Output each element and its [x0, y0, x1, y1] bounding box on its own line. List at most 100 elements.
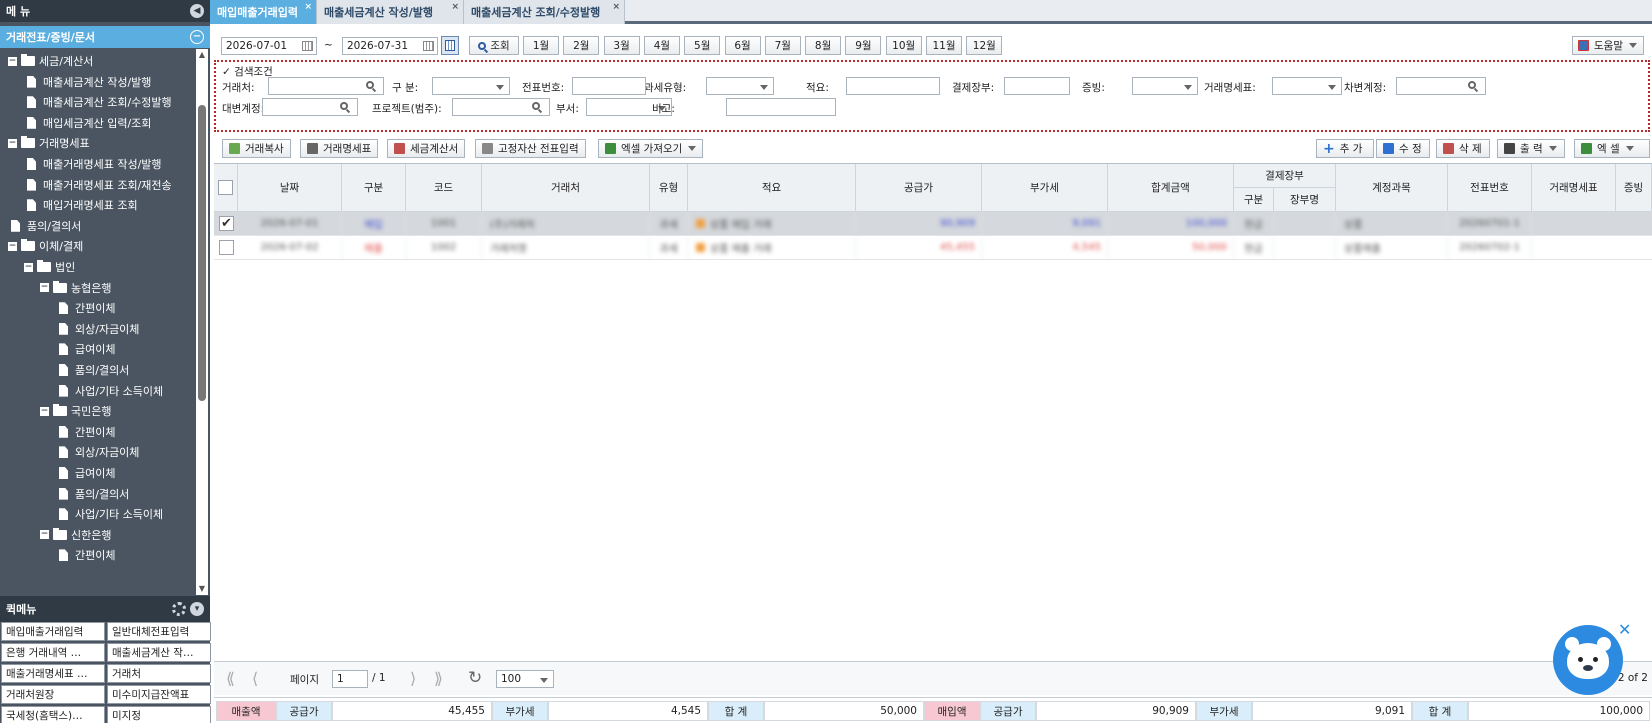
- search-button[interactable]: 조회: [469, 36, 519, 55]
- help-button[interactable]: 도움말: [1572, 36, 1644, 55]
- collapse-toggle-icon[interactable]: −: [40, 406, 49, 416]
- debit-account-lookup[interactable]: [1396, 77, 1486, 95]
- search-icon[interactable]: [366, 81, 374, 89]
- scroll-thumb[interactable]: [198, 105, 206, 401]
- gear-icon[interactable]: [172, 602, 186, 616]
- close-tab-icon[interactable]: ×: [451, 2, 459, 12]
- quick-menu-item[interactable]: 일반대체전표입력: [107, 622, 211, 641]
- column-header-select-all[interactable]: [214, 164, 238, 212]
- collapse-toggle-icon[interactable]: −: [8, 56, 17, 66]
- tree-item[interactable]: 매출세금계산 조회/수정발행: [24, 92, 172, 112]
- close-tab-icon[interactable]: ×: [304, 2, 312, 12]
- tree-item[interactable]: 품의/결의서: [56, 484, 129, 504]
- project-lookup[interactable]: [452, 98, 550, 116]
- tree-item[interactable]: − 국민은행: [40, 401, 111, 421]
- row-checkbox[interactable]: ✔: [219, 216, 234, 231]
- refresh-icon[interactable]: ↻: [468, 668, 482, 688]
- tree-item[interactable]: 외상/자금이체: [56, 442, 139, 462]
- calendar-icon[interactable]: [302, 41, 313, 51]
- slip-number-input[interactable]: [572, 77, 646, 95]
- row-checkbox[interactable]: [219, 240, 234, 255]
- tree-item[interactable]: − 농협은행: [40, 278, 111, 298]
- section-header[interactable]: 거래전표/증빙/문서 −: [0, 26, 210, 48]
- tree-item[interactable]: 사업/기타 소득이체: [56, 381, 163, 401]
- scroll-up-icon[interactable]: ▲: [196, 49, 208, 61]
- chatbot-bear-icon[interactable]: [1553, 625, 1623, 695]
- month-button[interactable]: 10월: [885, 36, 922, 55]
- month-button[interactable]: 12월: [966, 36, 1003, 55]
- search-icon[interactable]: [1468, 81, 1476, 89]
- column-header-ledger-name[interactable]: 장부명: [1274, 188, 1336, 212]
- tree-item[interactable]: − 신한은행: [40, 525, 111, 545]
- calendar-icon[interactable]: [423, 41, 434, 51]
- tree-item[interactable]: 간편이체: [56, 422, 115, 442]
- month-button[interactable]: 7월: [764, 36, 801, 55]
- column-header-statement[interactable]: 거래명세표: [1532, 164, 1616, 212]
- tree-item[interactable]: 매출세금계산 작성/발행: [24, 72, 151, 92]
- quick-menu-item[interactable]: 국세청(홈택스)…: [1, 706, 105, 723]
- search-conditions-toggle[interactable]: ✓ 검색조건: [222, 64, 273, 79]
- quick-menu-item[interactable]: 매입매출거래입력: [1, 622, 105, 641]
- month-button[interactable]: 4월: [643, 36, 680, 55]
- month-button[interactable]: 11월: [926, 36, 962, 55]
- month-button[interactable]: 3월: [603, 36, 640, 55]
- tab-sales-invoice-issue[interactable]: 매출세금계산 작성/발행 ×: [317, 0, 464, 24]
- tab-sales-invoice-query[interactable]: 매출세금계산 조회/수정발행 ×: [464, 0, 625, 24]
- quick-menu-item[interactable]: 거래처원장: [1, 685, 105, 704]
- last-page-icon[interactable]: ⟫: [434, 669, 443, 688]
- memo-input[interactable]: [846, 77, 940, 95]
- quick-menu-item[interactable]: 거래처: [107, 664, 211, 683]
- vendor-lookup[interactable]: [268, 77, 384, 95]
- add-button[interactable]: + 추 가: [1316, 139, 1374, 158]
- collapse-toggle-icon[interactable]: −: [24, 262, 33, 272]
- column-header-memo[interactable]: 적요: [688, 164, 856, 212]
- tree-item[interactable]: 간편이체: [56, 545, 115, 565]
- excel-button[interactable]: 엑 셀: [1574, 139, 1650, 158]
- credit-account-lookup[interactable]: [262, 98, 358, 116]
- collapse-toggle-icon[interactable]: −: [8, 138, 17, 148]
- edit-button[interactable]: 수 정: [1376, 139, 1430, 158]
- collapse-toggle-icon[interactable]: −: [40, 530, 49, 540]
- column-header-evidence[interactable]: 증빙: [1616, 164, 1652, 212]
- select-all-checkbox[interactable]: [218, 180, 233, 195]
- quick-menu-item[interactable]: 미지정: [107, 706, 211, 723]
- column-header-total[interactable]: 합계금액: [1108, 164, 1234, 212]
- column-header-account[interactable]: 계정과목: [1336, 164, 1448, 212]
- search-icon[interactable]: [340, 102, 348, 110]
- date-picker-button[interactable]: [441, 36, 459, 55]
- month-button[interactable]: 1월: [523, 36, 559, 55]
- first-page-icon[interactable]: ⟪: [226, 669, 235, 688]
- copy-transaction-button[interactable]: 거래복사: [222, 139, 291, 158]
- evidence-select[interactable]: [1132, 77, 1198, 95]
- column-header-vat[interactable]: 부가세: [982, 164, 1108, 212]
- tree-scrollbar[interactable]: ▲ ▼: [196, 49, 208, 595]
- column-header-slip-number[interactable]: 전표번호: [1448, 164, 1532, 212]
- collapse-sidebar-icon[interactable]: ◀: [190, 4, 204, 18]
- statement-select[interactable]: [1272, 77, 1342, 95]
- table-row[interactable]: ✔ 2026-07-01 매입 1001 (주)거래처 과세 상품 매입 거래 90,909 9…: [214, 212, 1652, 236]
- tree-item[interactable]: 매출거래명세표 조회/재전송: [24, 175, 172, 195]
- statement-button[interactable]: 거래명세표: [300, 139, 379, 158]
- tree-item[interactable]: 외상/자금이체: [56, 319, 139, 339]
- column-header-type[interactable]: 유형: [650, 164, 688, 212]
- column-header-date[interactable]: 날짜: [238, 164, 342, 212]
- fixed-asset-entry-button[interactable]: 고정자산 전표입력: [475, 139, 586, 158]
- tree-item[interactable]: 매입세금계산 입력/조회: [24, 113, 151, 133]
- tree-item[interactable]: − 거래명세표: [8, 133, 90, 153]
- column-header-code[interactable]: 코드: [406, 164, 482, 212]
- category-select[interactable]: [432, 77, 510, 95]
- tree-item[interactable]: 품의/결의서: [56, 360, 129, 380]
- quick-menu-item[interactable]: 매출거래명세표 …: [1, 664, 105, 683]
- print-button[interactable]: 출 력: [1497, 139, 1565, 158]
- scroll-down-icon[interactable]: ▼: [196, 583, 208, 595]
- tree-item[interactable]: 품의/결의서: [8, 216, 81, 236]
- excel-import-button[interactable]: 엑셀 가져오기: [598, 139, 704, 158]
- page-input[interactable]: 1: [332, 670, 368, 688]
- next-page-icon[interactable]: ⟩: [410, 669, 416, 688]
- close-chat-icon[interactable]: ✕: [1618, 620, 1631, 639]
- month-button[interactable]: 8월: [805, 36, 842, 55]
- tree-item[interactable]: 사업/기타 소득이체: [56, 504, 163, 524]
- payment-ledger-input[interactable]: [1004, 77, 1070, 95]
- column-header-supply[interactable]: 공급가: [856, 164, 982, 212]
- close-tab-icon[interactable]: ×: [612, 2, 620, 12]
